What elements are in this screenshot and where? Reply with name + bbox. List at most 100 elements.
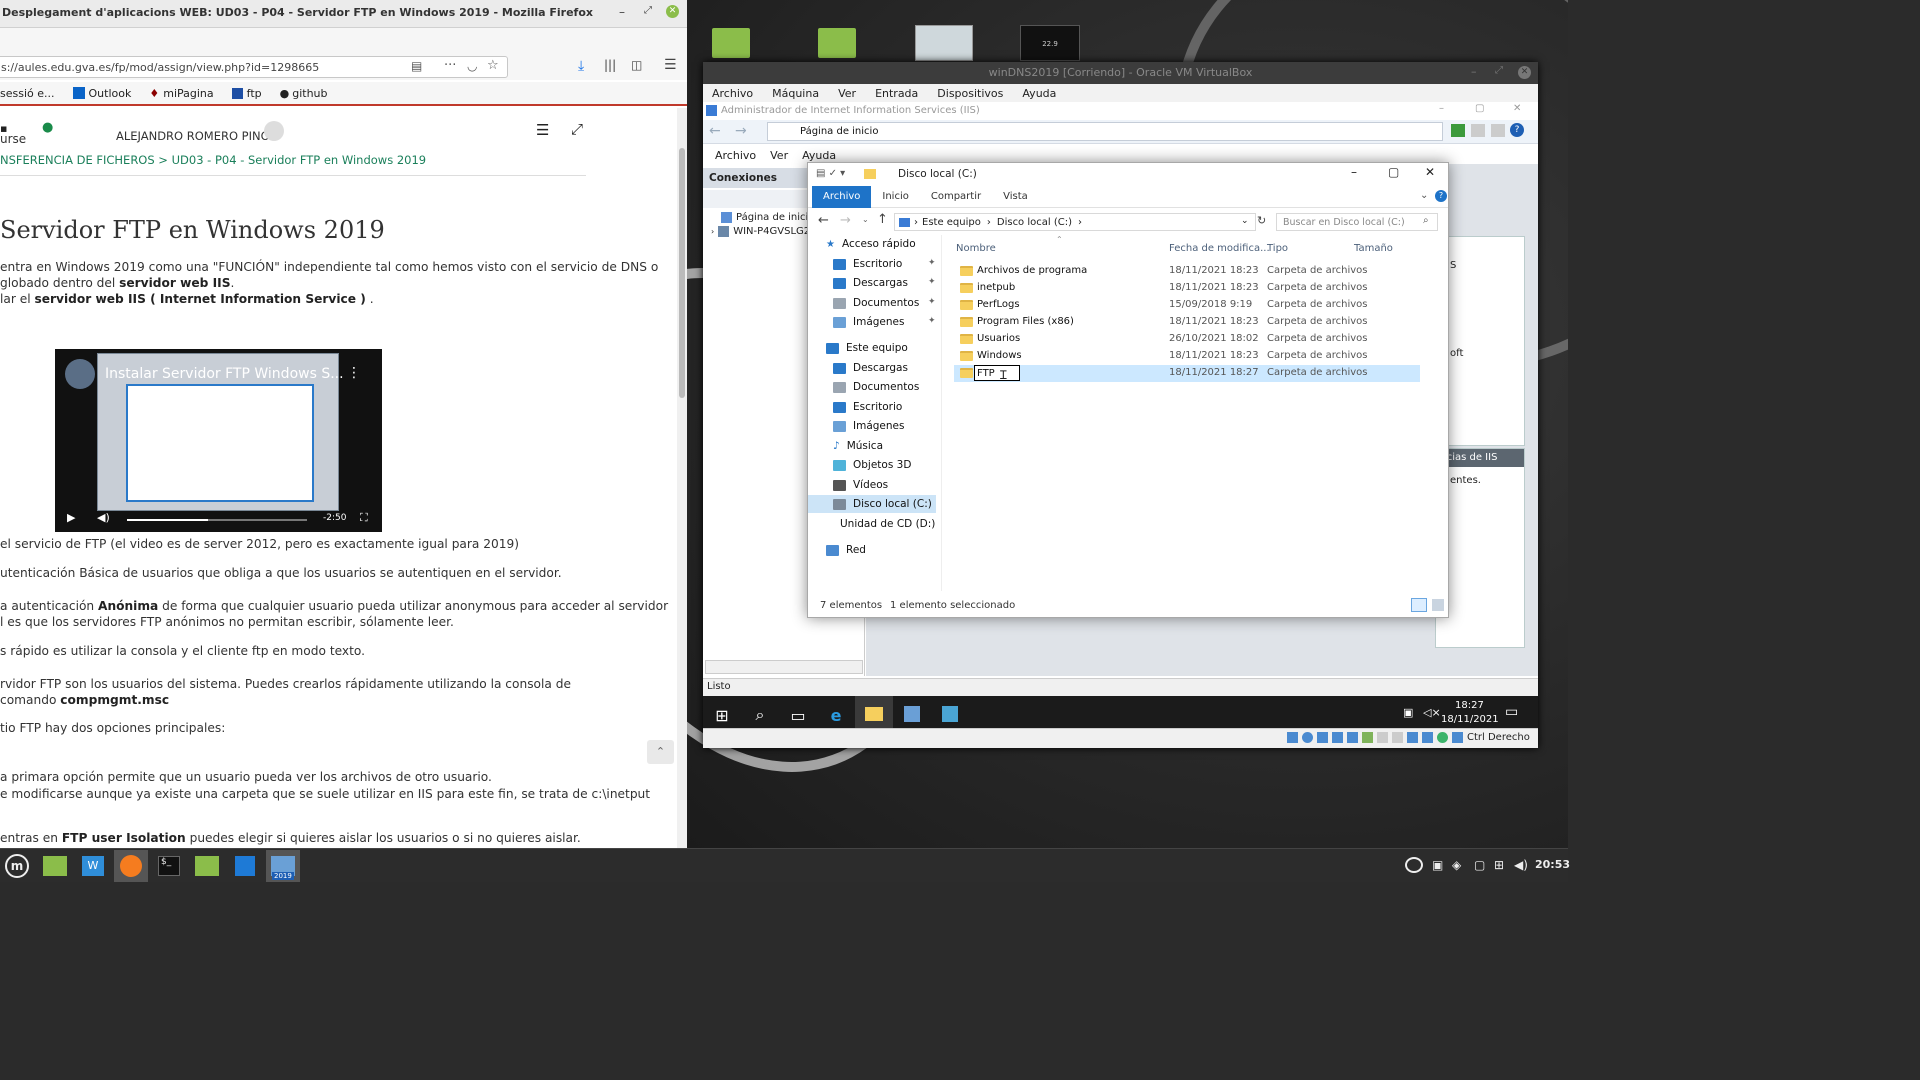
folder-icon[interactable]: [190, 850, 224, 882]
refresh-icon[interactable]: [1451, 124, 1465, 137]
recent-locations-icon[interactable]: ⌄: [862, 215, 869, 224]
keyboard-icon[interactable]: [1452, 732, 1463, 743]
maximize-button[interactable]: ⤢: [644, 5, 652, 16]
notifications-icon[interactable]: ▭: [1505, 704, 1518, 720]
bookmark-star-icon[interactable]: ☆: [487, 58, 499, 73]
hdd-icon[interactable]: [1287, 732, 1298, 743]
table-row[interactable]: Archivos de programa 18/11/2021 18:23 Carp…: [954, 263, 1420, 280]
page-scrollbar[interactable]: [677, 108, 687, 848]
details-view-icon[interactable]: [1411, 598, 1427, 612]
maximize-button[interactable]: ▢: [1388, 165, 1399, 179]
menu-ayuda[interactable]: Ayuda: [802, 149, 836, 162]
update-tray-icon[interactable]: ▢: [1474, 858, 1485, 872]
nav-item-local-disk[interactable]: Disco local (C:): [833, 498, 932, 510]
bookmark-item[interactable]: sessió e...: [0, 87, 55, 100]
forward-icon[interactable]: →: [735, 123, 747, 139]
help-icon[interactable]: ?: [1435, 190, 1447, 202]
table-row[interactable]: inetpub 18/11/2021 18:23 Carpeta de archiv…: [954, 280, 1420, 297]
shared-folders-icon[interactable]: [1362, 732, 1373, 743]
rename-input[interactable]: FTP: [974, 365, 1020, 381]
nav-item[interactable]: Descargas: [833, 277, 908, 289]
nav-item[interactable]: Documentos: [833, 381, 919, 393]
minimize-button[interactable]: –: [1439, 103, 1444, 114]
shield-tray-icon[interactable]: ◈: [1452, 858, 1461, 872]
column-size[interactable]: Tamaño: [1354, 243, 1393, 254]
usb-icon[interactable]: [1347, 732, 1358, 743]
nav-item[interactable]: Documentos: [833, 297, 919, 309]
editor-icon[interactable]: W: [76, 850, 110, 882]
optical-icon[interactable]: [1302, 732, 1313, 743]
volume-tray-icon[interactable]: ◀): [1514, 858, 1528, 872]
pocket-icon[interactable]: ◡: [467, 59, 477, 73]
firefox-icon[interactable]: [114, 849, 148, 882]
scrollbar-thumb[interactable]: [679, 148, 685, 398]
volume-tray-icon[interactable]: ◁×: [1423, 706, 1441, 719]
files-icon[interactable]: [38, 850, 72, 882]
nav-this-pc[interactable]: Este equipo: [826, 342, 908, 354]
help-icon[interactable]: ?: [1510, 123, 1524, 137]
vt-x-icon[interactable]: [1422, 732, 1433, 743]
bookmark-github[interactable]: github: [292, 87, 327, 100]
breadcrumb[interactable]: NSFERENCIA DE FICHEROS > UD03 - P04 - Se…: [0, 153, 426, 167]
avatar[interactable]: [264, 121, 284, 141]
user-name[interactable]: ALEJANDRO ROMERO PINO: [116, 129, 270, 143]
bookmark-ftp[interactable]: ftp: [247, 87, 262, 100]
play-icon[interactable]: ▶: [67, 511, 75, 524]
virtualbox-vm-icon[interactable]: 2019: [266, 849, 300, 882]
sidebar-icon[interactable]: ◫: [631, 58, 642, 72]
tree-item-server[interactable]: › WIN-P4GVSLG2I: [711, 226, 813, 237]
desktop-folder-icon[interactable]: [712, 28, 750, 58]
search-icon[interactable]: ⌕: [1423, 215, 1429, 226]
url-bar[interactable]: s://aules.edu.gva.es/fp/mod/assign/view.…: [0, 56, 508, 78]
refresh-icon[interactable]: ↻: [1257, 214, 1266, 227]
maximize-button[interactable]: ⤢: [1495, 65, 1503, 76]
quick-access-toolbar[interactable]: ▤ ✓ ▾: [816, 168, 845, 179]
downloads-icon[interactable]: ⤓: [578, 58, 584, 74]
vscode-icon[interactable]: [228, 850, 262, 882]
reader-view-icon[interactable]: ▤: [411, 59, 422, 73]
host-clock[interactable]: 20:53: [1535, 858, 1570, 871]
column-date[interactable]: Fecha de modifica...: [1169, 243, 1270, 254]
home-icon[interactable]: [1491, 124, 1505, 137]
video-progress-bar[interactable]: [127, 519, 307, 521]
maximize-button[interactable]: ▢: [1475, 103, 1484, 114]
mint-menu-icon[interactable]: m: [0, 850, 34, 882]
iis-address[interactable]: Página de inicio: [767, 122, 1443, 141]
network-tray-icon[interactable]: ⊞: [1494, 858, 1504, 872]
menu-ayuda[interactable]: Ayuda: [1022, 87, 1056, 100]
minimize-button[interactable]: –: [1471, 65, 1477, 78]
nav-network[interactable]: Red: [826, 544, 866, 556]
video-title[interactable]: Instalar Servidor FTP Windows S...: [105, 366, 344, 382]
menu-ver[interactable]: Ver: [770, 149, 788, 162]
tab-inicio[interactable]: Inicio: [871, 186, 919, 208]
close-button[interactable]: ✕: [1518, 66, 1531, 79]
network-tray-icon[interactable]: ▣: [1403, 706, 1413, 719]
table-row[interactable]: Program Files (x86) 18/11/2021 18:23 Carpe…: [954, 314, 1420, 331]
fullscreen-icon[interactable]: ⤢: [571, 120, 583, 138]
bookmark-mipagina[interactable]: miPagina: [163, 87, 213, 100]
menu-ver[interactable]: Ver: [838, 87, 856, 100]
menu-archivo[interactable]: Archivo: [715, 149, 756, 162]
more-icon[interactable]: ⋮: [347, 365, 361, 381]
nav-item[interactable]: Unidad de CD (D:) S: [833, 518, 939, 530]
table-row-selected[interactable]: FTP 18/11/2021 18:27 Carpeta de archivos: [954, 365, 1420, 382]
nav-item[interactable]: Imágenes: [833, 420, 904, 432]
up-icon[interactable]: ↑: [877, 212, 888, 227]
cpu-icon[interactable]: [1407, 732, 1418, 743]
menu-entrada[interactable]: Entrada: [875, 87, 918, 100]
desktop-screenshot-thumbnail[interactable]: 22.9: [1020, 25, 1080, 61]
nav-item[interactable]: Vídeos: [833, 479, 888, 491]
redshift-tray-icon[interactable]: [1405, 857, 1423, 873]
ribbon-expand-icon[interactable]: ⌄: [1420, 190, 1428, 201]
guest-clock-date[interactable]: 18/11/2021: [1441, 714, 1499, 725]
address-dropdown-icon[interactable]: ⌄: [1241, 216, 1249, 226]
table-row[interactable]: Usuarios 26/10/2021 18:02 Carpeta de archi…: [954, 331, 1420, 348]
menu-archivo[interactable]: Archivo: [712, 87, 753, 100]
display-icon[interactable]: [1377, 732, 1388, 743]
search-input[interactable]: Buscar en Disco local (C:) ⌕: [1276, 213, 1438, 231]
minimize-button[interactable]: –: [619, 5, 625, 19]
video-capture-icon[interactable]: [1392, 732, 1403, 743]
nav-quick-access[interactable]: ★ Acceso rápido: [826, 238, 916, 250]
menu-icon[interactable]: ☰: [664, 57, 677, 73]
horizontal-scrollbar[interactable]: [705, 660, 863, 674]
